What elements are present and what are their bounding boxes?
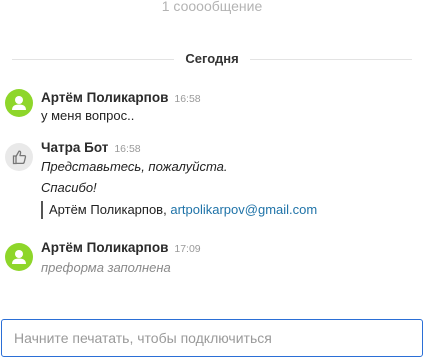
message-text: Спасибо! [41, 180, 97, 195]
message-text: у меня вопрос.. [41, 108, 135, 123]
user-icon [12, 96, 26, 110]
thumbs-up-icon [12, 150, 27, 165]
message-text: Представьтесь, пожалуйста. [41, 159, 228, 174]
user-avatar [5, 243, 33, 271]
email-link[interactable]: artpolikarpov@gmail.com [170, 202, 317, 217]
message-composer [1, 319, 423, 357]
quote-name: Артём Поликарпов, [49, 202, 167, 217]
bot-avatar [5, 143, 33, 171]
divider-line-left [12, 59, 174, 60]
message-author: Артём Поликарпов 16:58 [41, 90, 201, 105]
message-time: 16:58 [114, 143, 141, 155]
user-avatar [5, 89, 33, 117]
date-divider: Сегодня [0, 51, 424, 67]
message-count: 1 сооообщение [161, 0, 263, 14]
message-input[interactable] [2, 320, 422, 356]
message-author: Чатра Бот 16:58 [41, 140, 141, 155]
message-author: Артём Поликарпов 17:09 [41, 240, 201, 255]
form-quote: Артём Поликарпов, artpolikarpov@gmail.co… [41, 201, 317, 219]
divider-line-right [250, 59, 412, 60]
message-time: 16:58 [174, 93, 201, 105]
user-icon [12, 250, 26, 264]
message-time: 17:09 [174, 243, 201, 255]
message-text: преформа заполнена [41, 260, 171, 275]
divider-label: Сегодня [185, 51, 239, 66]
